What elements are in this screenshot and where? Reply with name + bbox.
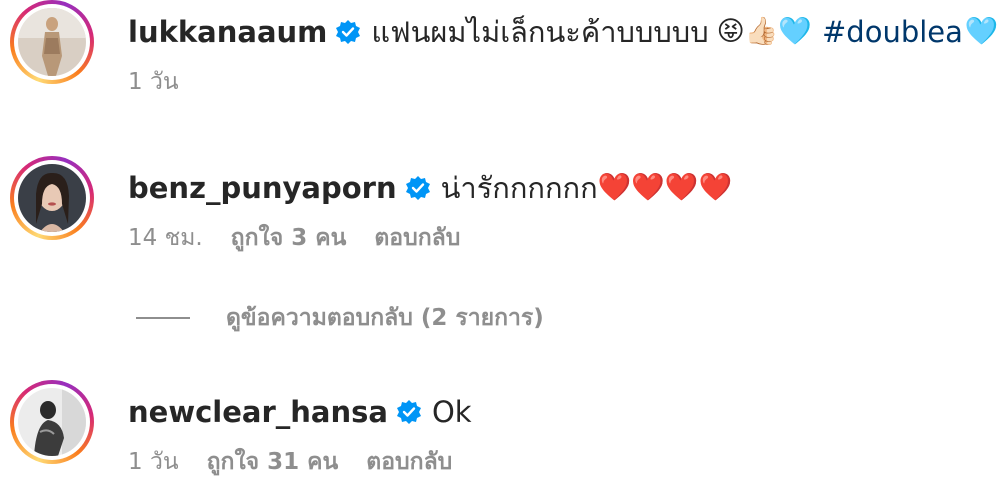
view-replies-label: ดูข้อความตอบกลับ (2 รายการ): [226, 305, 544, 331]
comment-emoji: ❤️❤️❤️❤️: [597, 172, 733, 203]
comment-time[interactable]: 1 วัน: [128, 444, 179, 480]
username[interactable]: benz_punyaporn: [128, 168, 397, 208]
comment-meta: 14 ชม. ถูกใจ 3 คน ตอบกลับ: [128, 220, 488, 256]
avatar[interactable]: [10, 380, 94, 464]
reply-button[interactable]: ตอบกลับ: [374, 220, 460, 256]
verified-badge-icon: [405, 175, 431, 201]
hashtag-link[interactable]: #doublea: [822, 12, 963, 52]
comment-text: Ok: [431, 395, 472, 429]
comment-meta: 1 วัน: [128, 64, 207, 100]
comment-line: benz_punyaporn น่ารักกกกกก ❤️❤️❤️❤️: [128, 168, 732, 208]
likes-count-button[interactable]: ถูกใจ 3 คน: [231, 220, 347, 256]
avatar[interactable]: [10, 0, 94, 84]
hashtag-emoji: 🩵: [964, 16, 999, 47]
comment-emoji: 😝👍🏻🩵: [716, 16, 812, 47]
comment-time[interactable]: 1 วัน: [128, 64, 179, 100]
comment-meta: 1 วัน ถูกใจ 31 คน ตอบกลับ: [128, 444, 480, 480]
username[interactable]: lukkanaaum: [128, 12, 327, 52]
view-replies-button[interactable]: ดูข้อความตอบกลับ (2 รายการ): [136, 300, 544, 336]
verified-badge-icon: [396, 399, 422, 425]
comment-line: lukkanaaum แฟนผมไม่เล็กนะค้าบบบบบ 😝👍🏻🩵 #…: [128, 12, 999, 52]
avatar-image: [18, 164, 86, 232]
reply-button[interactable]: ตอบกลับ: [366, 444, 452, 480]
comment-text: น่ารักกกกกก: [440, 171, 598, 205]
verified-badge-icon: [335, 19, 361, 45]
username[interactable]: newclear_hansa: [128, 392, 388, 432]
avatar-image: [18, 388, 86, 456]
comment-text: แฟนผมไม่เล็กนะค้าบบบบบ: [371, 15, 709, 49]
avatar[interactable]: [10, 156, 94, 240]
likes-count-button[interactable]: ถูกใจ 31 คน: [207, 444, 339, 480]
comment-time[interactable]: 14 ชม.: [128, 220, 203, 256]
divider-line: [136, 317, 190, 319]
comment-line: newclear_hansa Ok: [128, 392, 472, 432]
avatar-image: [18, 8, 86, 76]
